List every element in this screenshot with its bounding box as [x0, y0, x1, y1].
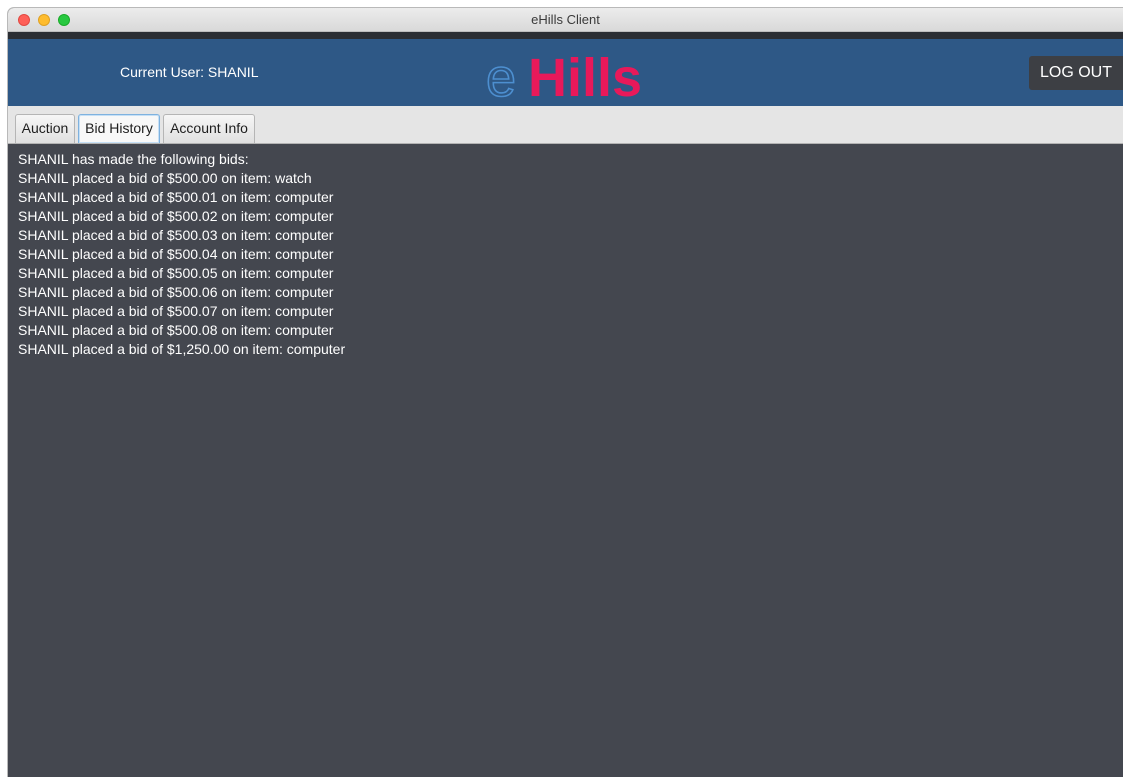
- bid-history-line: SHANIL placed a bid of $500.04 on item: …: [18, 246, 334, 262]
- window-title: eHills Client: [531, 12, 600, 27]
- title-bar: eHills Client: [8, 8, 1123, 32]
- bid-history-line: SHANIL placed a bid of $500.03 on item: …: [18, 227, 334, 243]
- app-window: eHills Client Current User: SHANIL e Hil…: [8, 8, 1123, 777]
- tab-auction[interactable]: Auction: [15, 114, 75, 143]
- bid-history-heading: SHANIL has made the following bids:: [18, 151, 249, 167]
- bid-history-line: SHANIL placed a bid of $500.05 on item: …: [18, 265, 334, 281]
- tab-account-info[interactable]: Account Info: [163, 114, 255, 143]
- bid-history-line: SHANIL placed a bid of $500.01 on item: …: [18, 189, 334, 205]
- bid-history-panel: SHANIL has made the following bids: SHAN…: [8, 144, 1123, 777]
- ehills-logo: e Hills: [485, 49, 642, 105]
- logo-e-letter: e: [486, 49, 516, 105]
- bid-history-line: SHANIL placed a bid of $500.08 on item: …: [18, 322, 334, 338]
- bid-history-line: SHANIL placed a bid of $500.07 on item: …: [18, 303, 334, 319]
- logout-button[interactable]: LOG OUT: [1029, 56, 1123, 90]
- bid-history-list: SHANIL has made the following bids: SHAN…: [18, 150, 345, 359]
- logo-hills-text: Hills: [528, 49, 642, 105]
- current-user-label: Current User: SHANIL: [120, 64, 259, 80]
- bid-history-line: SHANIL placed a bid of $500.02 on item: …: [18, 208, 334, 224]
- tab-bar: Auction Bid History Account Info: [8, 106, 1123, 144]
- bid-history-line: SHANIL placed a bid of $500.06 on item: …: [18, 284, 334, 300]
- bid-history-line: SHANIL placed a bid of $500.00 on item: …: [18, 170, 312, 186]
- bid-history-line: SHANIL placed a bid of $1,250.00 on item…: [18, 341, 346, 357]
- tab-bid-history[interactable]: Bid History: [78, 114, 160, 143]
- app-header: Current User: SHANIL e Hills LOG OUT: [8, 32, 1123, 106]
